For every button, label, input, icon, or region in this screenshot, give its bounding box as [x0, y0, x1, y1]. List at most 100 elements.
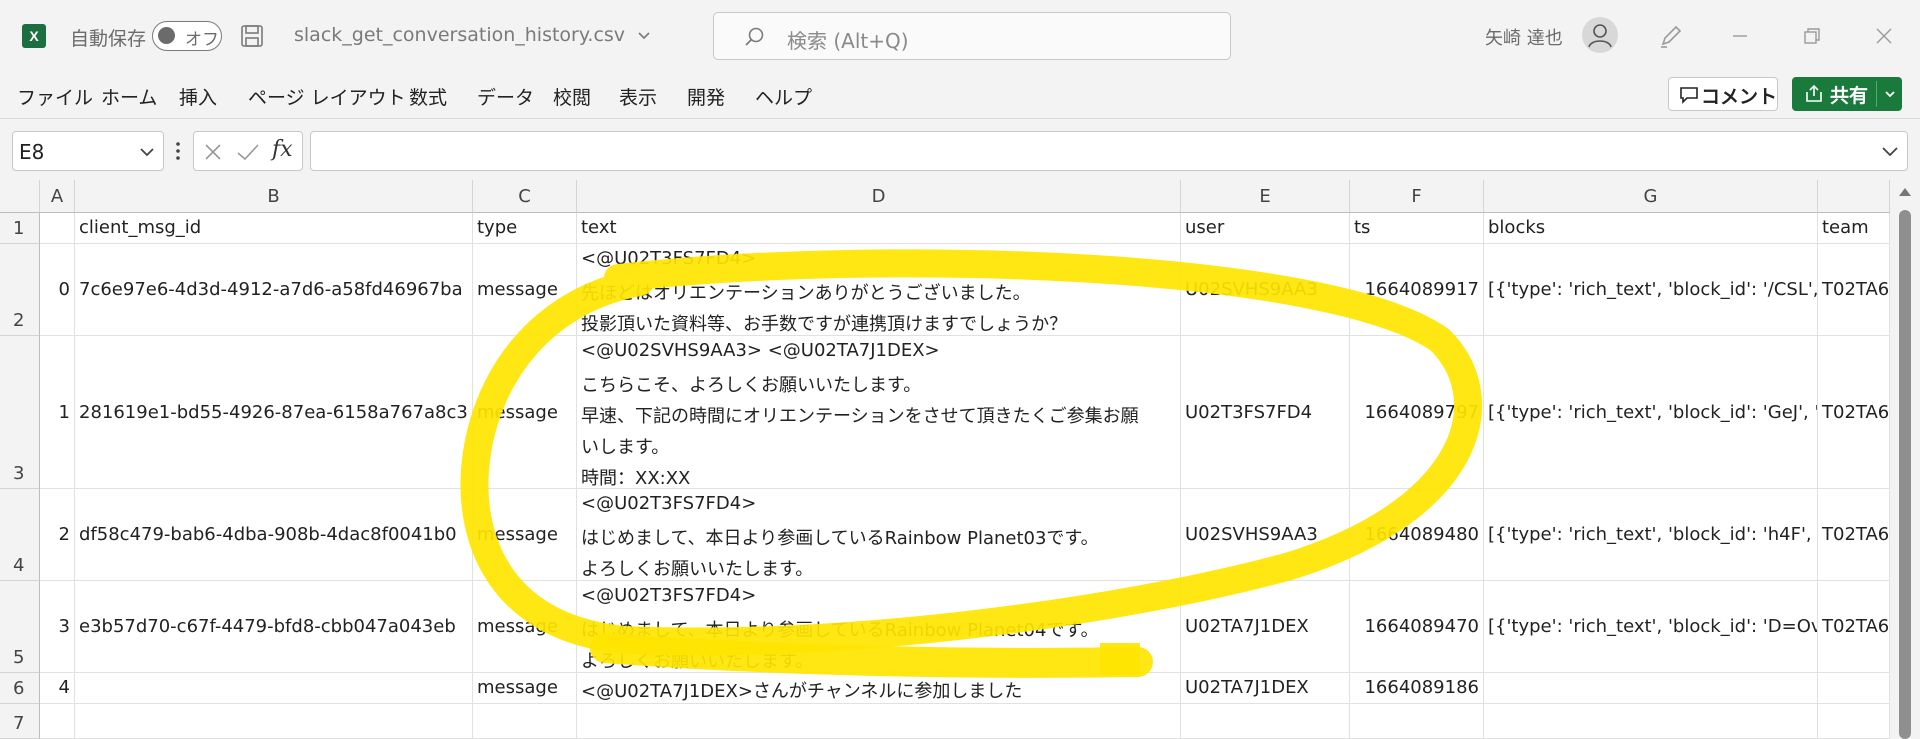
- cell-a7[interactable]: [40, 704, 75, 739]
- cell-b5[interactable]: e3b57d70-c67f-4479-bfd8-cbb047a043eb: [75, 581, 473, 673]
- cell-g5[interactable]: [{'type': 'rich_text', 'block_id': 'D=Ov…: [1484, 581, 1818, 673]
- insert-function-icon[interactable]: fx: [272, 137, 293, 162]
- menu-help[interactable]: ヘルプ: [755, 83, 812, 110]
- cell-c4[interactable]: message: [473, 489, 577, 581]
- cell-d7[interactable]: [577, 704, 1181, 739]
- cell-a6[interactable]: 4: [40, 673, 75, 704]
- column-header-a[interactable]: A: [40, 180, 75, 213]
- menu-data[interactable]: データ: [477, 83, 534, 110]
- file-name[interactable]: slack_get_conversation_history.csv: [294, 24, 651, 46]
- cell-d2[interactable]: <@U02T3FS7FD4> 先ほどはオリエンテーションありがとうございました。…: [577, 244, 1181, 336]
- more-options-icon[interactable]: [174, 140, 182, 162]
- cell-c7[interactable]: [473, 704, 577, 739]
- cell-b7[interactable]: [75, 704, 473, 739]
- cell-e6[interactable]: U02TA7J1DEX: [1181, 673, 1350, 704]
- cell-f1[interactable]: ts: [1350, 213, 1484, 244]
- cell-b1[interactable]: client_msg_id: [75, 213, 473, 244]
- menu-page-layout[interactable]: ページ レイアウト: [248, 83, 406, 110]
- cell-a5[interactable]: 3: [40, 581, 75, 673]
- expand-formula-icon[interactable]: [1881, 143, 1899, 161]
- cell-h4[interactable]: T02TA6: [1818, 489, 1890, 581]
- column-header-c[interactable]: C: [473, 180, 577, 213]
- cell-a1[interactable]: [40, 213, 75, 244]
- menu-insert[interactable]: 挿入: [179, 83, 217, 110]
- menu-review[interactable]: 校閲: [553, 83, 591, 110]
- enter-check-icon[interactable]: [236, 141, 260, 163]
- cell-e7[interactable]: [1181, 704, 1350, 739]
- scrollbar-thumb[interactable]: [1899, 210, 1911, 739]
- cell-f2[interactable]: 1664089917: [1350, 244, 1484, 336]
- row-header-1[interactable]: 1: [0, 213, 40, 244]
- cell-d6[interactable]: <@U02TA7J1DEX>さんがチャンネルに参加しました: [577, 673, 1181, 704]
- cell-e4[interactable]: U02SVHS9AA3: [1181, 489, 1350, 581]
- cell-h5[interactable]: T02TA6: [1818, 581, 1890, 673]
- cell-d3[interactable]: <@U02SVHS9AA3> <@U02TA7J1DEX> こちらこそ、よろしく…: [577, 336, 1181, 489]
- cell-b3[interactable]: 281619e1-bd55-4926-87ea-6158a767a8c3: [75, 336, 473, 489]
- cell-f6[interactable]: 1664089186: [1350, 673, 1484, 704]
- cell-h6[interactable]: [1818, 673, 1890, 704]
- cell-c2[interactable]: message: [473, 244, 577, 336]
- scroll-up-icon[interactable]: [1899, 188, 1911, 196]
- cell-g1[interactable]: blocks: [1484, 213, 1818, 244]
- cell-f4[interactable]: 1664089480: [1350, 489, 1484, 581]
- cancel-icon[interactable]: [202, 141, 224, 163]
- row-header-7[interactable]: 7: [0, 704, 40, 739]
- close-icon[interactable]: [1870, 22, 1898, 50]
- cell-f3[interactable]: 1664089797: [1350, 336, 1484, 489]
- column-header-h[interactable]: [1818, 180, 1890, 213]
- cell-d5[interactable]: <@U02T3FS7FD4> はじめまして、本日より参画しているRainbow …: [577, 581, 1181, 673]
- cell-b4[interactable]: df58c479-bab6-4dba-908b-4dac8f0041b0: [75, 489, 473, 581]
- cell-e5[interactable]: U02TA7J1DEX: [1181, 581, 1350, 673]
- row-header-6[interactable]: 6: [0, 673, 40, 704]
- cell-h1[interactable]: team: [1818, 213, 1890, 244]
- autosave-toggle[interactable]: オフ: [152, 21, 222, 51]
- column-header-b[interactable]: B: [75, 180, 473, 213]
- cell-g2[interactable]: [{'type': 'rich_text', 'block_id': '/CSL…: [1484, 244, 1818, 336]
- menu-view[interactable]: 表示: [619, 83, 657, 110]
- menu-home[interactable]: ホーム: [101, 83, 157, 110]
- column-header-f[interactable]: F: [1350, 180, 1484, 213]
- row-header-3[interactable]: 3: [0, 336, 40, 489]
- cell-a2[interactable]: 0: [40, 244, 75, 336]
- cell-e1[interactable]: user: [1181, 213, 1350, 244]
- menu-formulas[interactable]: 数式: [409, 83, 447, 110]
- cell-g3[interactable]: [{'type': 'rich_text', 'block_id': 'GeJ'…: [1484, 336, 1818, 489]
- cell-h7[interactable]: [1818, 704, 1890, 739]
- row-header-5[interactable]: 5: [0, 581, 40, 673]
- cell-c6[interactable]: message: [473, 673, 577, 704]
- pen-icon[interactable]: [1657, 22, 1685, 50]
- cell-b6[interactable]: [75, 673, 473, 704]
- restore-icon[interactable]: [1798, 22, 1826, 50]
- menu-developer[interactable]: 開発: [687, 83, 725, 110]
- cell-g4[interactable]: [{'type': 'rich_text', 'block_id': 'h4F'…: [1484, 489, 1818, 581]
- cell-e2[interactable]: U02SVHS9AA3: [1181, 244, 1350, 336]
- column-header-e[interactable]: E: [1181, 180, 1350, 213]
- minimize-icon[interactable]: [1726, 22, 1754, 50]
- column-header-d[interactable]: D: [577, 180, 1181, 213]
- cell-d4[interactable]: <@U02T3FS7FD4> はじめまして、本日より参画しているRainbow …: [577, 489, 1181, 581]
- search-box[interactable]: 検索 (Alt+Q): [713, 12, 1231, 60]
- formula-input[interactable]: [310, 131, 1908, 171]
- cell-d1[interactable]: text: [577, 213, 1181, 244]
- cell-g7[interactable]: [1484, 704, 1818, 739]
- avatar[interactable]: [1582, 17, 1618, 53]
- cell-b2[interactable]: 7c6e97e6-4d3d-4912-a7d6-a58fd46967ba: [75, 244, 473, 336]
- column-header-g[interactable]: G: [1484, 180, 1818, 213]
- cell-g6[interactable]: [1484, 673, 1818, 704]
- name-box[interactable]: E8: [12, 131, 164, 171]
- comment-button[interactable]: コメント: [1668, 77, 1778, 111]
- spreadsheet-grid[interactable]: A B C D E F G 1 2 3 4 5 6 7 client_msg_i…: [0, 180, 1890, 739]
- chevron-down-icon[interactable]: [1884, 88, 1896, 100]
- row-header-2[interactable]: 2: [0, 244, 40, 336]
- save-icon[interactable]: [240, 24, 264, 48]
- cell-e3[interactable]: U02T3FS7FD4: [1181, 336, 1350, 489]
- vertical-scrollbar[interactable]: [1890, 180, 1920, 739]
- cell-f5[interactable]: 1664089470: [1350, 581, 1484, 673]
- cell-c3[interactable]: message: [473, 336, 577, 489]
- cell-h2[interactable]: T02TA6: [1818, 244, 1890, 336]
- cell-a3[interactable]: 1: [40, 336, 75, 489]
- select-all-corner[interactable]: [0, 180, 40, 213]
- cell-c1[interactable]: type: [473, 213, 577, 244]
- cell-c5[interactable]: message: [473, 581, 577, 673]
- share-button[interactable]: 共有: [1792, 77, 1902, 111]
